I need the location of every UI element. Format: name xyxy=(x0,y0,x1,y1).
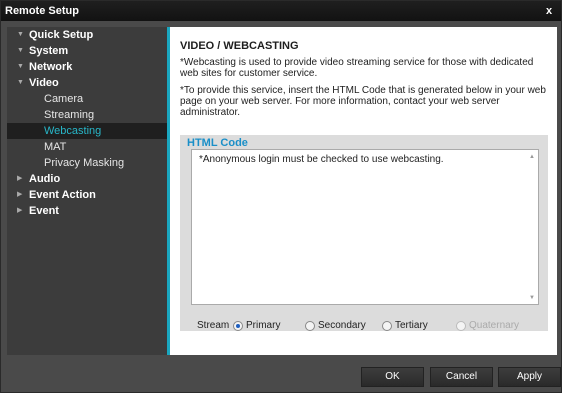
sidebar-item-system[interactable]: ▼ System xyxy=(7,43,167,59)
sidebar-item-event[interactable]: ▶ Event xyxy=(7,203,167,219)
sidebar-subitem-webcasting[interactable]: Webcasting xyxy=(7,123,167,139)
radio-unchecked-icon xyxy=(382,321,392,331)
close-icon[interactable]: x xyxy=(543,1,555,21)
chevron-down-icon: ▼ xyxy=(17,31,24,38)
sidebar-item-video[interactable]: ▼ Video xyxy=(7,75,167,91)
ok-button[interactable]: OK xyxy=(361,367,424,387)
content-panel: VIDEO / WEBCASTING *Webcasting is used t… xyxy=(167,27,557,355)
sidebar-item-label: System xyxy=(29,45,69,57)
html-code-textarea[interactable]: *Anonymous login must be checked to use … xyxy=(191,149,539,305)
sidebar-subitem-streaming[interactable]: Streaming xyxy=(7,107,167,123)
sidebar-item-label: Event xyxy=(29,205,59,217)
chevron-down-icon: ▼ xyxy=(17,63,24,70)
chevron-right-icon: ▶ xyxy=(17,175,23,182)
sidebar-subitem-camera[interactable]: Camera xyxy=(7,91,167,107)
description-text-2: *To provide this service, insert the HTM… xyxy=(180,85,546,118)
scroll-down-icon[interactable]: ▼ xyxy=(529,295,535,301)
title-bar: Remote Setup x xyxy=(1,1,561,21)
remote-setup-window: Remote Setup x ▼ Quick Setup ▼ System ▼ … xyxy=(0,0,562,393)
apply-button[interactable]: Apply xyxy=(498,367,561,387)
sidebar-item-quick-setup[interactable]: ▼ Quick Setup xyxy=(7,27,167,43)
sidebar: ▼ Quick Setup ▼ System ▼ Network ▼ Video… xyxy=(7,27,167,355)
sidebar-item-label: Event Action xyxy=(29,189,96,201)
description-text-1: *Webcasting is used to provide video str… xyxy=(180,57,534,79)
page-title: VIDEO / WEBCASTING xyxy=(180,40,299,52)
stream-radio-quaternary: Quaternary xyxy=(456,319,519,333)
cancel-button[interactable]: Cancel xyxy=(430,367,493,387)
radio-label: Primary xyxy=(246,320,281,331)
stream-radio-tertiary[interactable]: Tertiary xyxy=(382,319,428,333)
radio-label: Secondary xyxy=(318,320,366,331)
stream-radio-secondary[interactable]: Secondary xyxy=(305,319,366,333)
sidebar-item-label: Video xyxy=(29,77,59,89)
sidebar-item-audio[interactable]: ▶ Audio xyxy=(7,171,167,187)
radio-unchecked-icon xyxy=(305,321,315,331)
scroll-up-icon[interactable]: ▲ xyxy=(529,154,535,160)
sidebar-subitem-mat[interactable]: MAT xyxy=(7,139,167,155)
window-title: Remote Setup xyxy=(5,5,79,17)
html-code-text: *Anonymous login must be checked to use … xyxy=(199,154,444,165)
footer-bar: OK Cancel Apply xyxy=(1,357,561,392)
chevron-down-icon: ▼ xyxy=(17,47,24,54)
html-code-title: HTML Code xyxy=(187,137,248,149)
radio-label: Quaternary xyxy=(469,320,520,331)
html-code-group: HTML Code *Anonymous login must be check… xyxy=(180,135,548,331)
sidebar-subitem-privacy-masking[interactable]: Privacy Masking xyxy=(7,155,167,171)
sidebar-item-label: Network xyxy=(29,61,73,73)
stream-radio-primary[interactable]: Primary xyxy=(233,319,280,333)
chevron-right-icon: ▶ xyxy=(17,207,23,214)
sidebar-item-label: Quick Setup xyxy=(29,29,94,41)
sidebar-item-network[interactable]: ▼ Network xyxy=(7,59,167,75)
sidebar-item-label: Audio xyxy=(29,173,61,185)
chevron-down-icon: ▼ xyxy=(17,79,24,86)
radio-checked-icon xyxy=(233,321,243,331)
radio-disabled-icon xyxy=(456,321,466,331)
stream-label: Stream xyxy=(197,320,230,331)
sidebar-item-event-action[interactable]: ▶ Event Action xyxy=(7,187,167,203)
chevron-right-icon: ▶ xyxy=(17,191,23,198)
radio-label: Tertiary xyxy=(395,320,428,331)
